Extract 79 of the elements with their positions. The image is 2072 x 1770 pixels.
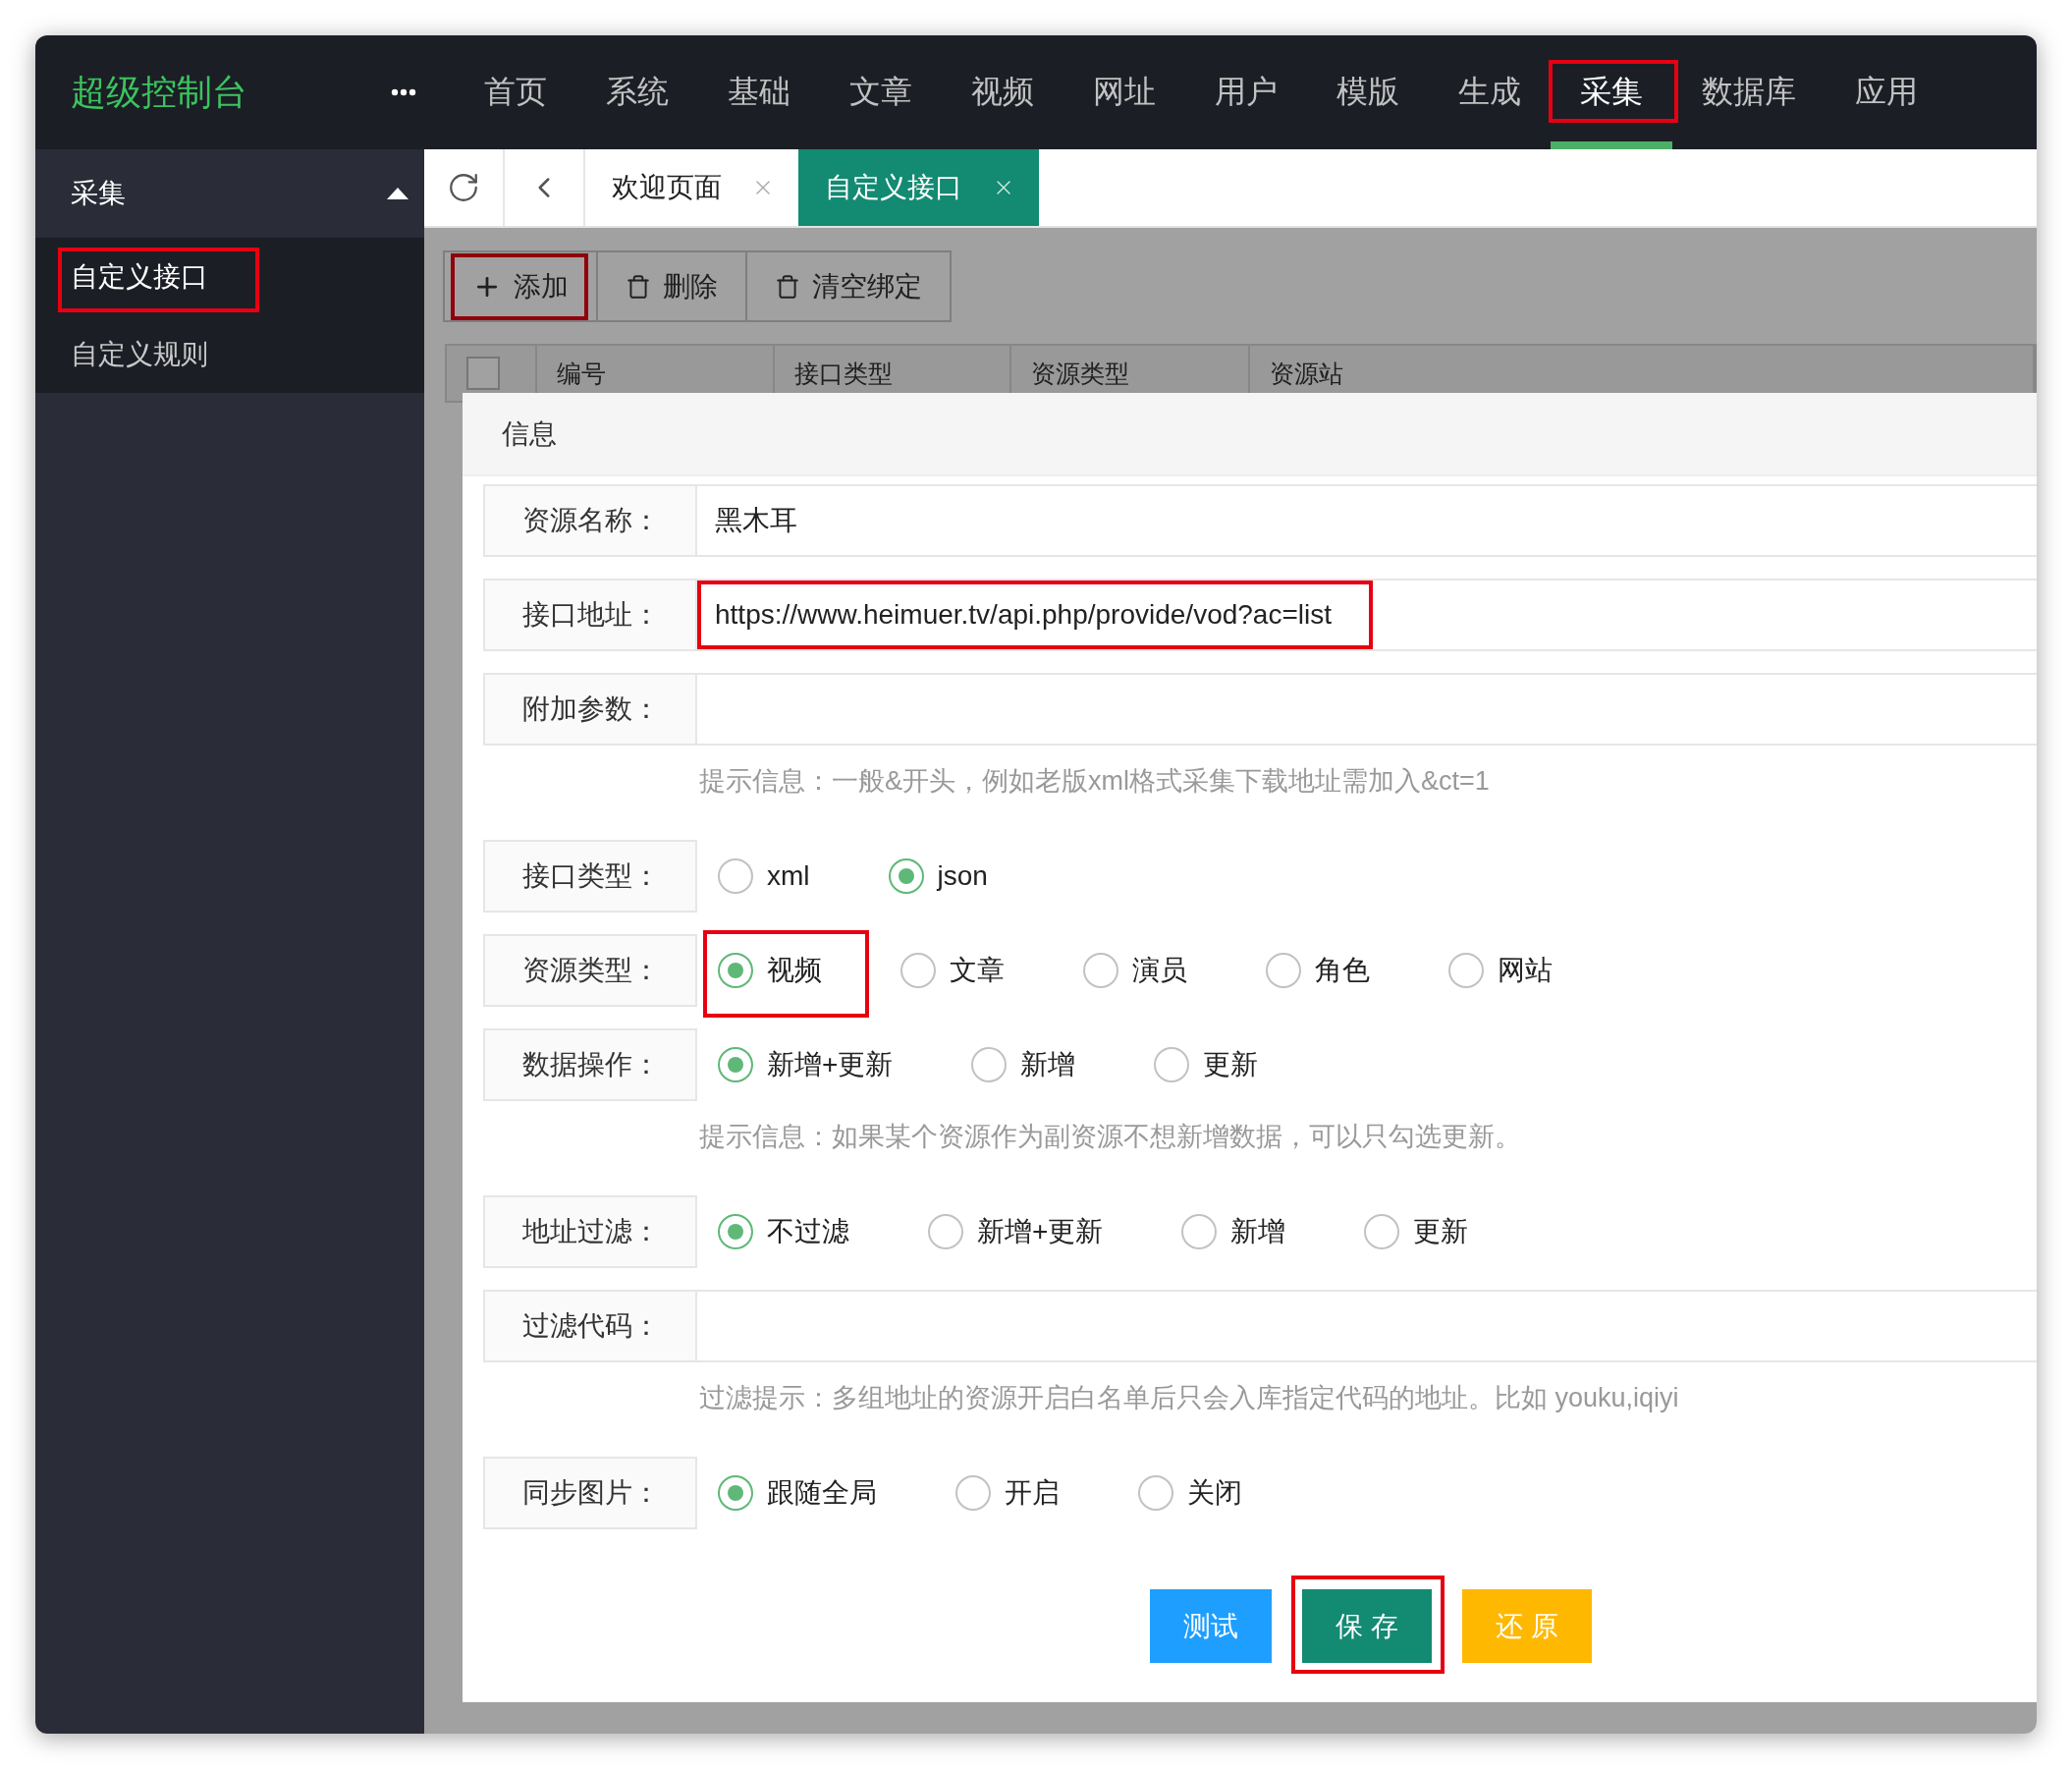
radio-unchecked[interactable] (955, 1475, 991, 1511)
radio-option[interactable]: 更新 (1154, 1046, 1259, 1083)
radio-unchecked[interactable] (1266, 953, 1301, 988)
sidebar-title: 采集 (71, 177, 126, 210)
radio-option[interactable]: 跟随全局 (718, 1474, 877, 1512)
radio-option[interactable]: 新增 (971, 1046, 1076, 1083)
radio-unchecked[interactable] (928, 1214, 963, 1249)
radio-checked[interactable] (718, 1214, 753, 1249)
hint-text: 过滤提示：多组地址的资源开启白名单后只会入库指定代码的地址。比如 youku,iqiyi (698, 1382, 1680, 1414)
input-field[interactable] (697, 1290, 2037, 1362)
dialog-title: 信息 (463, 393, 2037, 476)
radio-unchecked[interactable] (1138, 1475, 1173, 1511)
field-label: 过滤代码： (483, 1290, 697, 1362)
radio-unchecked[interactable] (1083, 953, 1118, 988)
field-label: 资源类型： (483, 934, 697, 1007)
tab[interactable]: 自定义接口 (798, 149, 1039, 226)
nav-item[interactable]: 用户 (1185, 35, 1307, 149)
radio-checked[interactable] (718, 1047, 753, 1082)
radio-option[interactable]: 视频 (718, 952, 822, 989)
field-label: 资源名称： (483, 484, 697, 557)
radio-option[interactable]: 新增+更新 (928, 1213, 1104, 1250)
radio-option[interactable]: 网站 (1448, 952, 1553, 989)
radio-option[interactable]: 关闭 (1138, 1474, 1242, 1512)
hint-text: 提示信息：一般&开头，例如老版xml格式采集下载地址需加入&ct=1 (698, 765, 1491, 798)
radio-option[interactable]: 新增 (1181, 1213, 1286, 1250)
input-field[interactable]: https://www.heimuer.tv/api.php/provide/vod?ac=list (697, 579, 2037, 651)
radio-unchecked[interactable] (900, 953, 936, 988)
field-label: 地址过滤： (483, 1195, 697, 1268)
nav-item[interactable]: 数据库 (1672, 35, 1826, 149)
radio-checked[interactable] (888, 858, 924, 894)
nav-item[interactable]: 视频 (942, 35, 1063, 149)
nav-item[interactable]: 基础 (698, 35, 820, 149)
radio-option[interactable]: 开启 (955, 1474, 1060, 1512)
hint-text: 提示信息：如果某个资源作为副资源不想新增数据，可以只勾选更新。 (698, 1121, 1522, 1153)
tab-label: 欢迎页面 (612, 171, 722, 204)
toolbar-button[interactable]: 清空绑定 (745, 250, 952, 322)
radio-option[interactable]: 更新 (1364, 1213, 1469, 1250)
field-label: 接口类型： (483, 840, 697, 913)
input-field[interactable]: 黑木耳 (697, 484, 2037, 557)
radio-unchecked[interactable] (718, 858, 753, 894)
radio-option[interactable]: json (888, 858, 988, 894)
nav-item[interactable]: 网址 (1063, 35, 1185, 149)
sidebar-item[interactable]: 自定义接口 (35, 238, 424, 315)
radio-option[interactable]: 文章 (900, 952, 1005, 989)
radio-unchecked[interactable] (1181, 1214, 1218, 1249)
field-label: 同步图片： (483, 1457, 697, 1529)
sidebar-item[interactable]: 自定义规则 (35, 315, 424, 393)
field-label: 接口地址： (483, 579, 697, 651)
nav-item[interactable]: 应用 (1826, 35, 1947, 149)
nav-item[interactable]: 模版 (1307, 35, 1429, 149)
field-label: 数据操作： (483, 1028, 697, 1101)
app-logo: 超级控制台 (70, 70, 248, 114)
tab-label: 自定义接口 (825, 171, 962, 204)
input-field[interactable] (697, 673, 2037, 746)
radio-unchecked[interactable] (971, 1047, 1008, 1082)
nav-item[interactable]: 系统 (576, 35, 698, 149)
radio-option[interactable]: xml (718, 858, 810, 894)
refresh-icon (447, 171, 480, 204)
toolbar-button[interactable]: 添加 (443, 250, 598, 322)
nav-item[interactable]: 生成 (1429, 35, 1551, 149)
sidebar-header[interactable]: 采集 (35, 149, 424, 238)
more-icon[interactable] (391, 88, 416, 96)
nav-item[interactable]: 首页 (455, 35, 576, 149)
trash-icon (775, 273, 800, 300)
trash-icon (626, 273, 651, 300)
toolbar-button[interactable]: 删除 (596, 250, 747, 322)
checkbox[interactable] (466, 357, 500, 390)
action-button[interactable]: 保 存 (1302, 1589, 1432, 1663)
radio-option[interactable]: 角色 (1266, 952, 1370, 989)
radio-unchecked[interactable] (1154, 1047, 1190, 1082)
radio-option[interactable]: 演员 (1083, 952, 1187, 989)
radio-option[interactable]: 新增+更新 (718, 1046, 894, 1083)
radio-checked[interactable] (718, 1475, 753, 1511)
radio-checked[interactable] (718, 953, 753, 988)
field-label: 附加参数： (483, 673, 697, 746)
radio-option[interactable]: 不过滤 (718, 1213, 849, 1250)
nav-item[interactable]: 文章 (820, 35, 942, 149)
radio-unchecked[interactable] (1364, 1214, 1400, 1249)
radio-unchecked[interactable] (1448, 953, 1484, 988)
